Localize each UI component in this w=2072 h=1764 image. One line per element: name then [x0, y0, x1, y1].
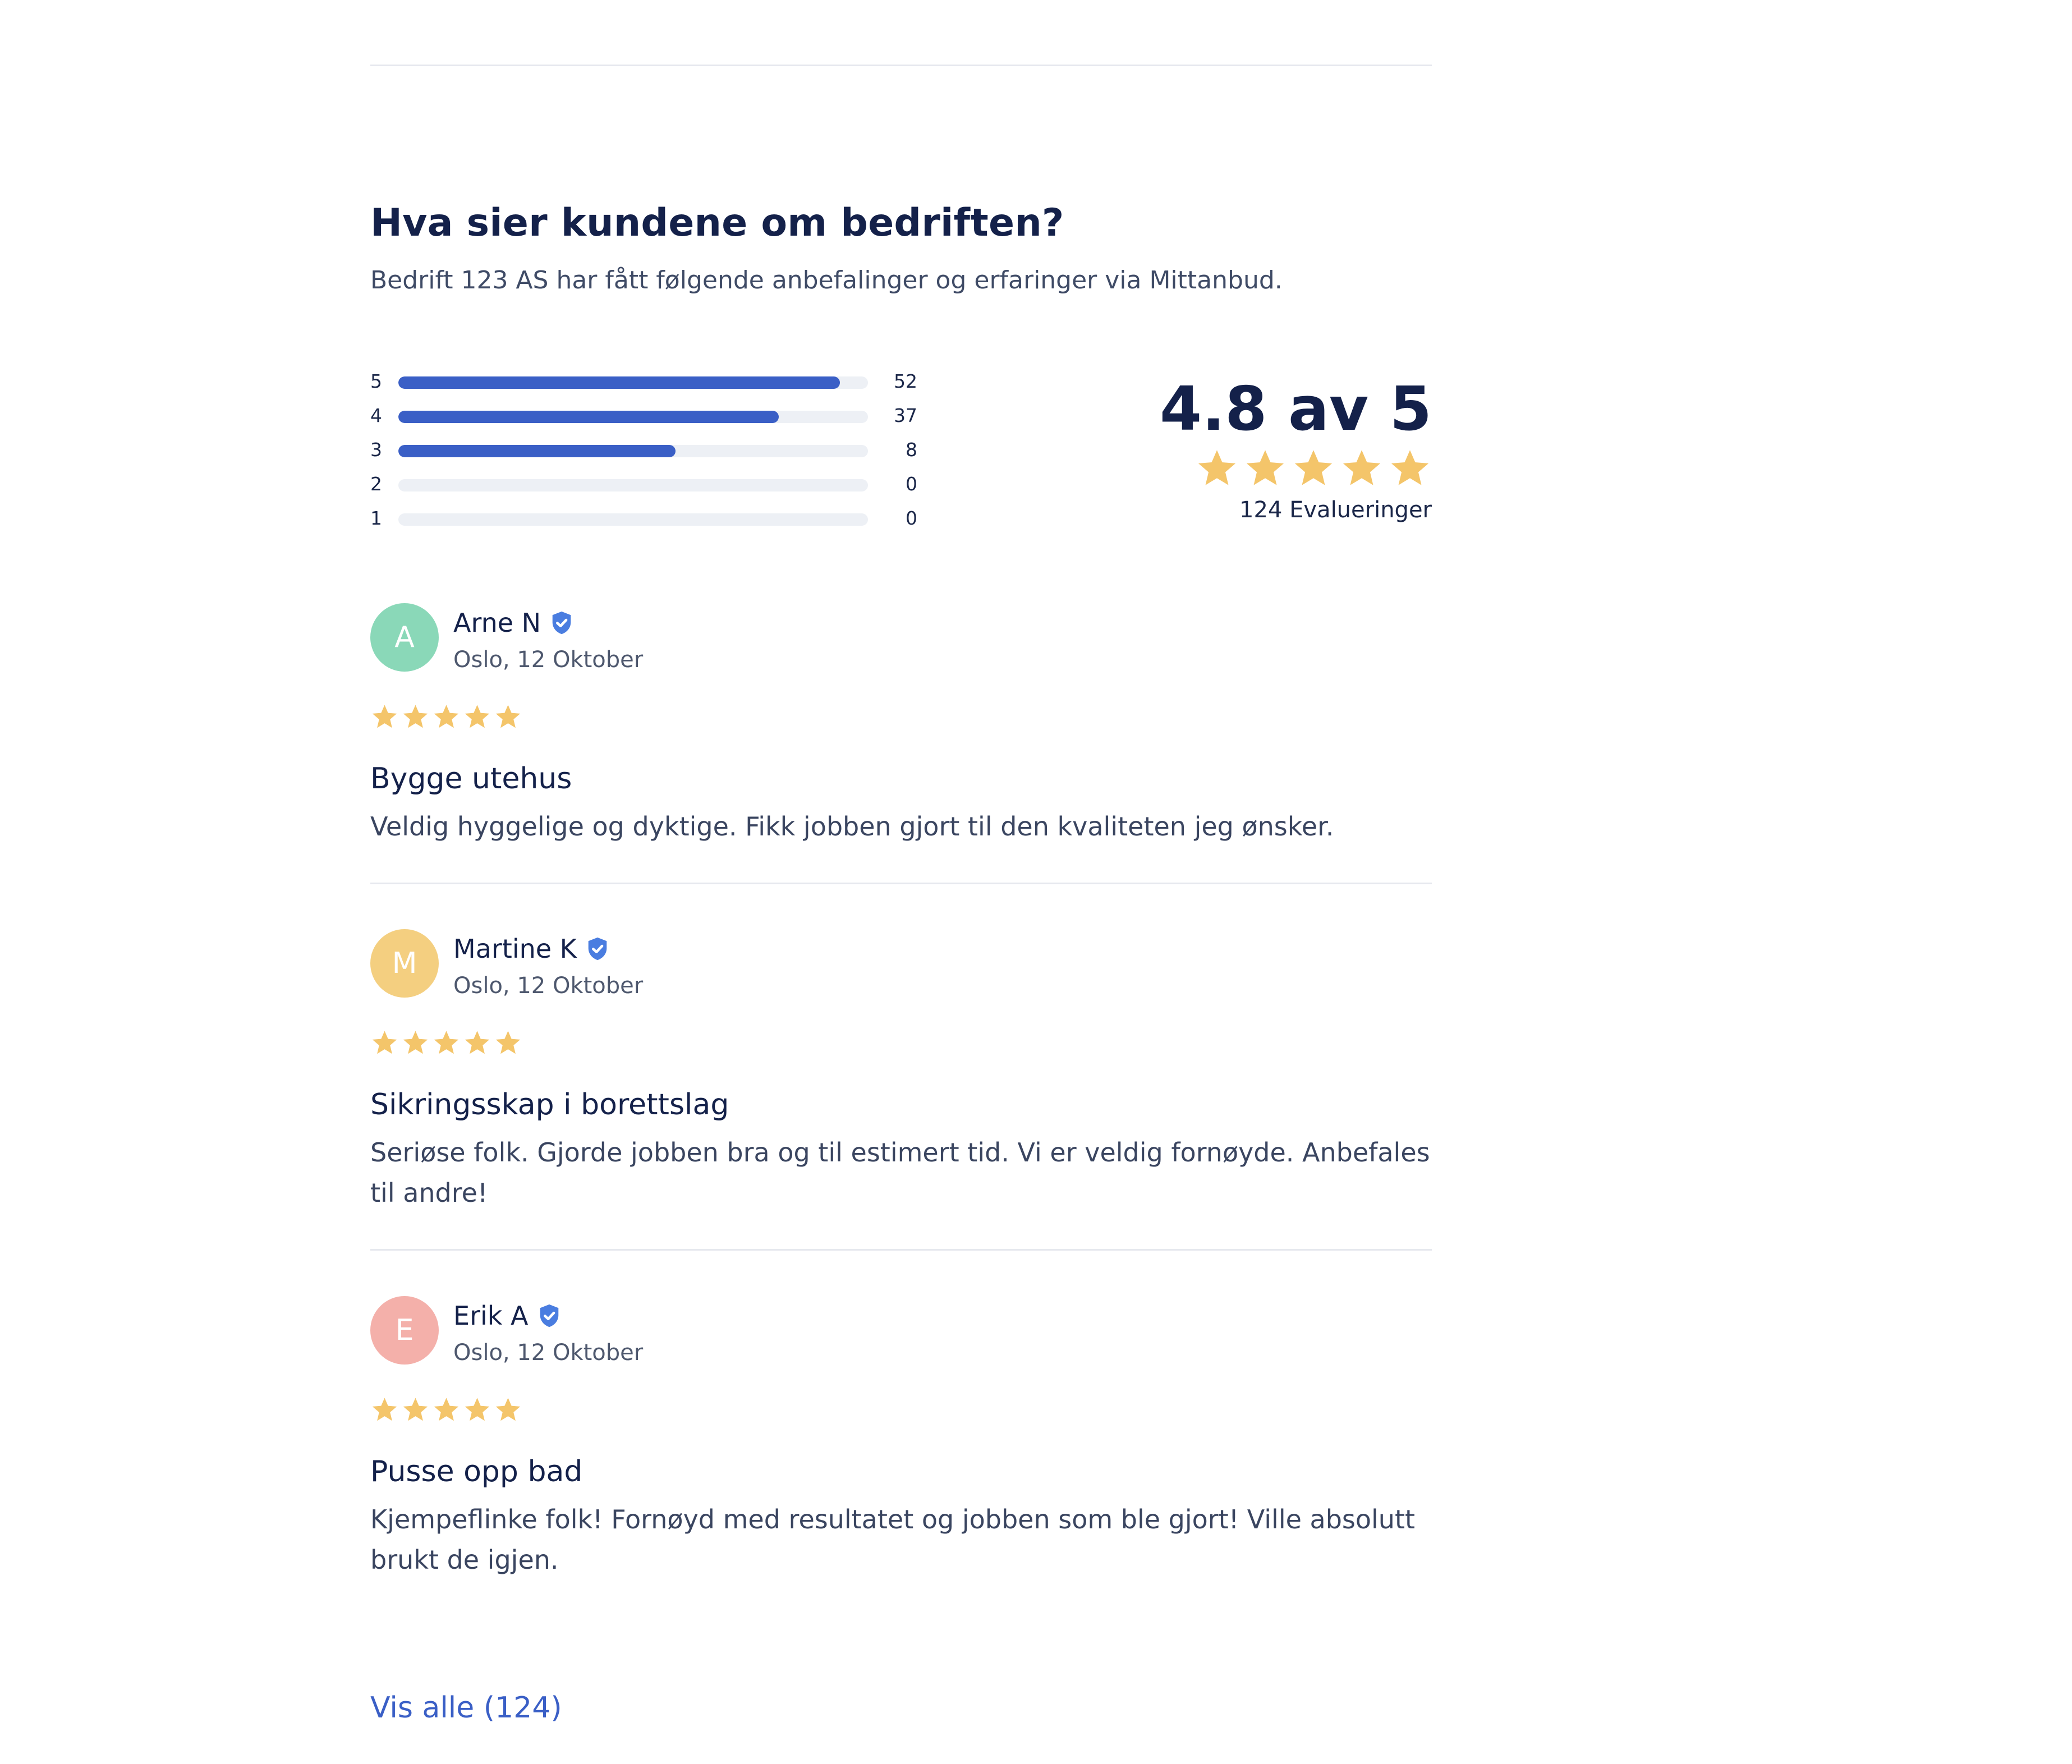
star-icon: [434, 1398, 459, 1421]
star-icon: [465, 1031, 490, 1054]
star-icon: [1198, 450, 1236, 485]
verified-badge-icon: [540, 1304, 558, 1327]
review-divider: [370, 883, 1432, 884]
reviewer-name: Erik A: [453, 1301, 529, 1331]
rating-row-count: 0: [906, 473, 917, 495]
rating-row-count: 0: [906, 507, 917, 529]
rating-summary: 4.8 av 5 124 Evalueringer: [1140, 373, 1432, 527]
star-icon: [1343, 450, 1381, 485]
rating-row-5: 5 52: [370, 368, 920, 402]
review-stars: [370, 703, 522, 732]
review-location-date: Oslo, 12 Oktober: [453, 973, 644, 999]
star-icon: [1391, 450, 1429, 485]
reviewer-name: Arne N: [453, 608, 541, 638]
review-title: Sikringsskap i borettslag: [370, 1088, 729, 1122]
section-divider: [370, 65, 1432, 66]
rating-row-label: 2: [370, 473, 382, 495]
rating-breakdown: 5 52 4 37 3 8 2 0 1 0: [370, 368, 920, 539]
show-all-reviews-link[interactable]: Vis alle (124): [370, 1691, 562, 1725]
avatar: A: [370, 603, 439, 672]
star-icon: [434, 1031, 459, 1054]
reviewer-header: Erik A: [453, 1301, 562, 1331]
star-icon: [465, 705, 490, 728]
review-text: Kjempeflinke folk! Fornøyd med resultate…: [370, 1504, 1416, 1575]
section-subtitle: Bedrift 123 AS har fått følgende anbefal…: [370, 266, 1283, 295]
rating-row-count: 37: [894, 405, 917, 426]
rating-bar-track: [398, 411, 868, 423]
reviewer-header: Arne N: [453, 608, 575, 638]
rating-bar-fill: [398, 445, 676, 457]
rating-bar-track: [398, 376, 868, 389]
review-location-date: Oslo, 12 Oktober: [453, 1340, 644, 1366]
section-title: Hva sier kundene om bedriften?: [370, 201, 1064, 245]
star-icon: [403, 1031, 428, 1054]
review-divider: [370, 1249, 1432, 1251]
star-icon: [495, 1031, 521, 1054]
page: Hva sier kundene om bedriften? Bedrift 1…: [0, 0, 2072, 1764]
average-score: 4.8 av 5: [1160, 374, 1432, 444]
star-icon: [1246, 450, 1284, 485]
rating-bar-track: [398, 479, 868, 491]
rating-row-3: 3 8: [370, 436, 920, 470]
rating-row-count: 8: [906, 439, 917, 461]
rating-row-2: 2 0: [370, 470, 920, 504]
summary-stars: [1140, 447, 1432, 491]
star-icon: [434, 705, 459, 728]
rating-row-label: 1: [370, 507, 382, 529]
star-icon: [372, 1031, 397, 1054]
rating-row-1: 1 0: [370, 504, 920, 539]
review-text: Seriøse folk. Gjorde jobben bra og til e…: [370, 1137, 1430, 1208]
review-stars: [370, 1029, 522, 1058]
avatar: M: [370, 929, 439, 998]
rating-row-label: 3: [370, 439, 382, 461]
star-icon: [372, 1398, 397, 1421]
rating-row-label: 4: [370, 405, 382, 426]
reviewer-header: Martine K: [453, 934, 610, 964]
rating-row-count: 52: [894, 370, 917, 392]
star-icon: [403, 1398, 428, 1421]
avatar: E: [370, 1296, 439, 1365]
rating-bar-fill: [398, 376, 840, 389]
verified-badge-icon: [588, 937, 607, 961]
star-icon: [403, 705, 428, 728]
review-text: Veldig hyggelige og dyktige. Fikk jobben…: [370, 811, 1334, 842]
star-icon: [495, 705, 521, 728]
rating-row-4: 4 37: [370, 402, 920, 436]
verified-badge-icon: [552, 611, 571, 635]
review-stars: [370, 1396, 522, 1425]
rating-bar-track: [398, 445, 868, 457]
star-icon: [495, 1398, 521, 1421]
review-title: Bygge utehus: [370, 762, 572, 796]
star-icon: [1294, 450, 1333, 485]
star-icon: [372, 705, 397, 728]
reviewer-name: Martine K: [453, 934, 577, 964]
star-icon: [465, 1398, 490, 1421]
review-count: 124 Evalueringer: [1239, 497, 1432, 523]
rating-row-label: 5: [370, 370, 382, 392]
rating-bar-track: [398, 513, 868, 526]
review-location-date: Oslo, 12 Oktober: [453, 647, 644, 673]
review-title: Pusse opp bad: [370, 1455, 583, 1489]
rating-bar-fill: [398, 411, 779, 423]
